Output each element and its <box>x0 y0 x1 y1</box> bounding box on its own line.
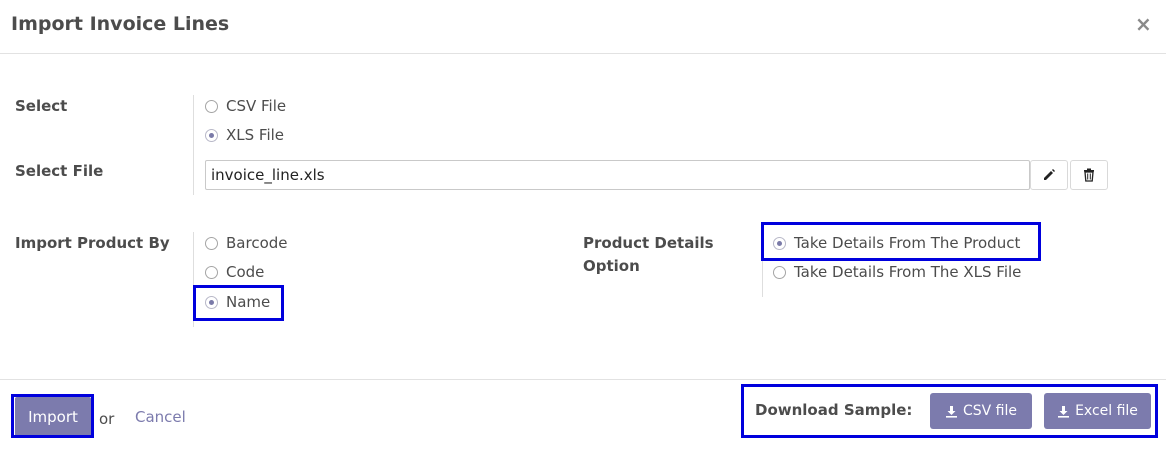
radio-label: XLS File <box>226 126 285 144</box>
radio-circle-checked[interactable] <box>205 128 218 142</box>
delete-file-button[interactable] <box>1070 160 1108 190</box>
product-details-label-line2: Option <box>583 257 640 275</box>
cancel-link[interactable]: Cancel <box>135 408 186 426</box>
radio-label: Take Details From The XLS File <box>794 263 1022 281</box>
radio-label: Barcode <box>226 234 288 252</box>
highlight-box <box>11 394 94 438</box>
import-product-by-label: Import Product By <box>15 234 170 252</box>
edit-file-button[interactable] <box>1030 160 1068 190</box>
divider <box>193 95 194 195</box>
trash-icon <box>1084 168 1094 182</box>
radio-circle[interactable] <box>773 265 786 279</box>
download-csv-label: CSV file <box>962 403 1017 419</box>
or-text: or <box>99 410 115 428</box>
product-details-label: Product Details Option <box>583 232 714 278</box>
radio-label: CSV File <box>226 97 287 115</box>
close-icon[interactable]: × <box>1135 12 1152 36</box>
download-csv-button[interactable]: CSV file <box>930 393 1032 429</box>
download-icon <box>1058 405 1070 418</box>
dialog-title: Import Invoice Lines <box>11 13 230 35</box>
file-name-input[interactable]: invoice_line.xls <box>205 160 1030 190</box>
radio-circle[interactable] <box>205 99 218 113</box>
pencil-icon <box>1044 169 1055 180</box>
select-file-label: Select File <box>15 162 104 180</box>
product-details-label-line1: Product Details <box>583 234 714 252</box>
radio-xls-file[interactable]: XLS File <box>205 124 284 146</box>
download-icon <box>945 405 957 418</box>
radio-barcode[interactable]: Barcode <box>205 232 288 254</box>
highlight-box <box>761 222 1041 261</box>
dialog-header: Import Invoice Lines × <box>0 0 1166 54</box>
download-sample-label: Download Sample: <box>755 401 913 419</box>
radio-circle[interactable] <box>205 265 218 279</box>
highlight-box <box>193 285 284 321</box>
download-excel-label: Excel file <box>1075 403 1138 419</box>
download-excel-button[interactable]: Excel file <box>1044 393 1151 429</box>
radio-take-from-xls[interactable]: Take Details From The XLS File <box>773 261 1021 283</box>
radio-csv-file[interactable]: CSV File <box>205 95 286 117</box>
radio-circle[interactable] <box>205 236 218 250</box>
radio-code[interactable]: Code <box>205 261 264 283</box>
select-label: Select <box>15 97 68 115</box>
radio-label: Code <box>226 263 265 281</box>
